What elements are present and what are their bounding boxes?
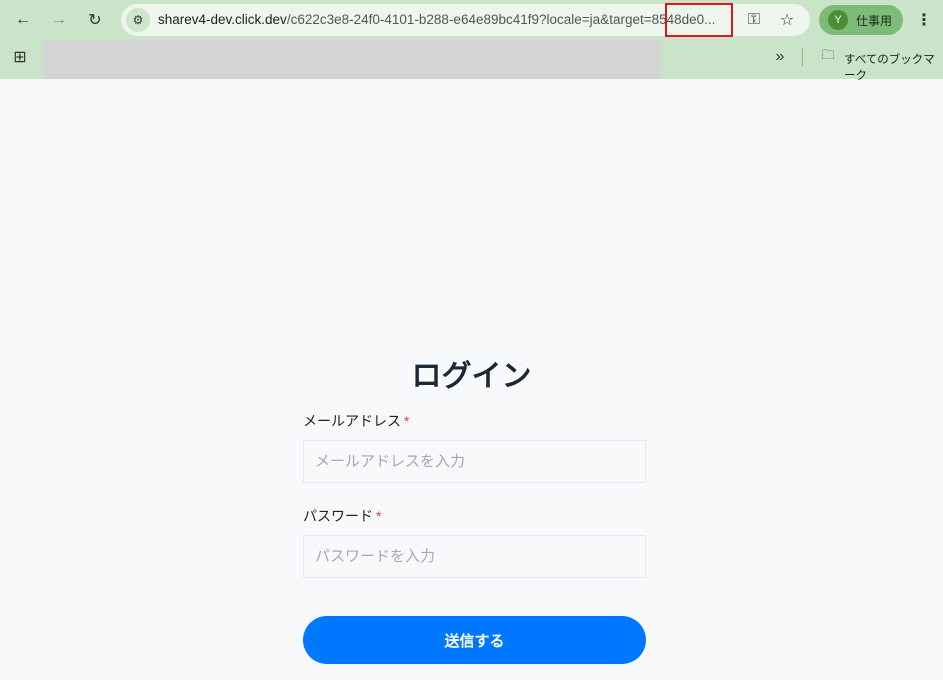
password-input[interactable] <box>303 535 646 578</box>
divider <box>802 48 803 66</box>
menu-icon[interactable]: ⋮ <box>914 10 934 30</box>
profile-button[interactable]: Y 仕事用 <box>819 5 903 35</box>
required-mark: * <box>376 508 382 524</box>
apps-icon[interactable]: ⊞ <box>10 47 30 67</box>
reload-icon[interactable]: ↻ <box>84 10 106 30</box>
url-text[interactable]: sharev4-dev.click.dev/c622c3e8-24f0-4101… <box>158 12 715 27</box>
url-host: sharev4-dev.click.dev <box>158 12 287 27</box>
page-title: ログイン <box>411 360 532 393</box>
key-icon[interactable]: ⚿ <box>743 10 765 30</box>
star-icon[interactable]: ☆ <box>776 10 798 30</box>
browser-chrome: ← → ↻ ⚙ sharev4-dev.click.dev/c622c3e8-2… <box>0 0 943 82</box>
more-bookmarks-icon[interactable]: » <box>770 47 790 67</box>
url-path: /c622c3e8-24f0-4101-b288-e64e89bc41f9?lo… <box>286 12 716 27</box>
all-bookmarks[interactable]: すべてのブックマーク <box>844 51 943 83</box>
email-label: メールアドレス * <box>303 413 410 429</box>
back-icon[interactable]: ← <box>12 10 34 30</box>
redacted-bookmarks <box>43 40 660 79</box>
highlight-box <box>665 3 733 37</box>
avatar: Y <box>828 10 848 30</box>
email-input[interactable] <box>303 440 646 483</box>
submit-button[interactable]: 送信する <box>303 616 646 664</box>
forward-icon[interactable]: → <box>48 10 70 30</box>
folder-icon: 🗀 <box>821 47 835 62</box>
password-label: パスワード * <box>303 508 382 524</box>
profile-name: 仕事用 <box>856 13 893 28</box>
site-settings-icon[interactable]: ⚙ <box>126 8 150 32</box>
required-mark: * <box>404 413 410 429</box>
